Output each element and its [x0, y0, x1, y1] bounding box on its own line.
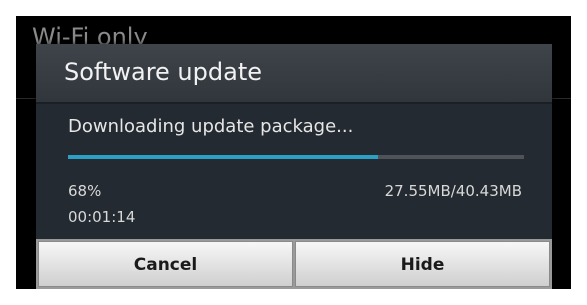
screen: Wi-Fi only Software update Downloading u…: [16, 16, 571, 289]
elapsed-time: 00:01:14: [68, 208, 136, 226]
download-progress-bar: [68, 155, 524, 159]
download-size: 27.55MB/40.43MB: [384, 182, 522, 200]
download-progress-fill: [68, 155, 379, 159]
hide-button[interactable]: Hide: [295, 241, 550, 287]
cancel-button[interactable]: Cancel: [38, 241, 293, 287]
dialog-title-bar: Software update: [36, 44, 552, 102]
software-update-dialog: Software update Downloading update packa…: [36, 44, 552, 289]
dialog-button-row: Cancel Hide: [36, 239, 552, 289]
progress-percent: 68%: [68, 182, 102, 200]
dialog-message: Downloading update package...: [68, 116, 354, 137]
dialog-title: Software update: [64, 58, 262, 86]
title-divider: [36, 102, 552, 104]
